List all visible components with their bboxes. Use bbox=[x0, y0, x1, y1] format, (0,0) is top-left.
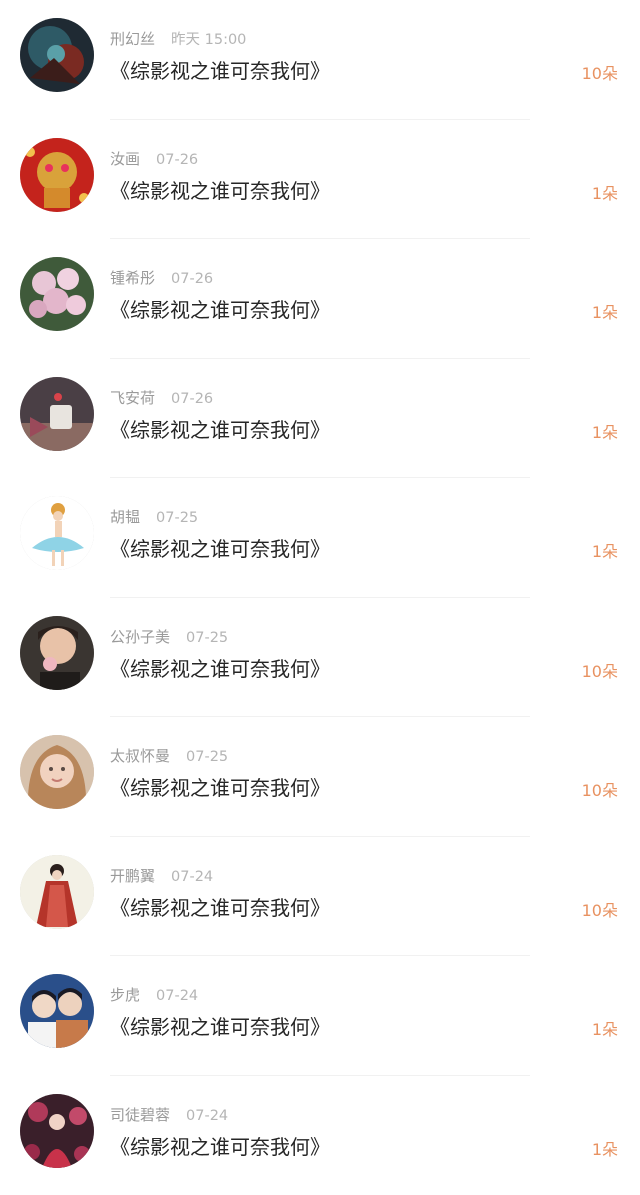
avatar[interactable] bbox=[20, 377, 94, 451]
avatar[interactable] bbox=[20, 257, 94, 331]
book-title: 《综影视之谁可奈我何》 bbox=[110, 892, 330, 921]
flower-count: 10朵 bbox=[582, 60, 618, 84]
item-meta: 司徒碧蓉 07-24 bbox=[110, 1104, 228, 1125]
user-name: 刑幻丝 bbox=[110, 30, 155, 48]
list-item[interactable]: 飞安荷 07-26 《综影视之谁可奈我何》 1朵 bbox=[0, 359, 640, 479]
book-title: 《综影视之谁可奈我何》 bbox=[110, 533, 330, 562]
avatar[interactable] bbox=[20, 1094, 94, 1168]
timestamp: 07-26 bbox=[171, 391, 213, 407]
user-name: 太叔怀曼 bbox=[110, 747, 170, 765]
timestamp: 07-25 bbox=[186, 749, 228, 765]
item-meta: 开鹏翼 07-24 bbox=[110, 865, 213, 886]
avatar[interactable] bbox=[20, 18, 94, 92]
flower-count: 1朵 bbox=[592, 180, 618, 204]
flower-count: 10朵 bbox=[582, 897, 618, 921]
timestamp: 07-24 bbox=[156, 988, 198, 1004]
flower-count: 1朵 bbox=[592, 419, 618, 443]
item-meta: 太叔怀曼 07-25 bbox=[110, 745, 228, 766]
avatar[interactable] bbox=[20, 496, 94, 570]
flower-count: 10朵 bbox=[582, 777, 618, 801]
item-meta: 刑幻丝昨天 15:00 bbox=[110, 28, 246, 49]
avatar[interactable] bbox=[20, 855, 94, 929]
list-item[interactable]: 步虎 07-24 《综影视之谁可奈我何》 1朵 bbox=[0, 956, 640, 1076]
user-name: 胡韫 bbox=[110, 508, 140, 526]
gift-record-list: 刑幻丝昨天 15:00 《综影视之谁可奈我何》 10朵 汝画 07-26 《综影视… bbox=[0, 0, 640, 1189]
item-meta: 胡韫 07-25 bbox=[110, 506, 198, 527]
list-item[interactable]: 汝画 07-26 《综影视之谁可奈我何》 1朵 bbox=[0, 120, 640, 240]
avatar[interactable] bbox=[20, 735, 94, 809]
book-title: 《综影视之谁可奈我何》 bbox=[110, 55, 330, 84]
user-name: 公孙子美 bbox=[110, 628, 170, 646]
item-meta: 步虎 07-24 bbox=[110, 984, 198, 1005]
list-item[interactable]: 开鹏翼 07-24 《综影视之谁可奈我何》 10朵 bbox=[0, 837, 640, 957]
avatar[interactable] bbox=[20, 616, 94, 690]
timestamp: 昨天 15:00 bbox=[171, 32, 246, 48]
flower-count: 10朵 bbox=[582, 658, 618, 682]
user-name: 司徒碧蓉 bbox=[110, 1106, 170, 1124]
list-item[interactable]: 胡韫 07-25 《综影视之谁可奈我何》 1朵 bbox=[0, 478, 640, 598]
user-name: 步虎 bbox=[110, 986, 140, 1004]
book-title: 《综影视之谁可奈我何》 bbox=[110, 772, 330, 801]
flower-count: 1朵 bbox=[592, 538, 618, 562]
book-title: 《综影视之谁可奈我何》 bbox=[110, 1131, 330, 1160]
item-meta: 锺希彤 07-26 bbox=[110, 267, 213, 288]
flower-count: 1朵 bbox=[592, 299, 618, 323]
user-name: 飞安荷 bbox=[110, 389, 155, 407]
timestamp: 07-24 bbox=[171, 869, 213, 885]
list-item[interactable]: 公孙子美 07-25 《综影视之谁可奈我何》 10朵 bbox=[0, 598, 640, 718]
item-meta: 汝画 07-26 bbox=[110, 148, 198, 169]
list-item[interactable]: 刑幻丝昨天 15:00 《综影视之谁可奈我何》 10朵 bbox=[0, 0, 640, 120]
user-name: 锺希彤 bbox=[110, 269, 155, 287]
timestamp: 07-25 bbox=[156, 510, 198, 526]
flower-count: 1朵 bbox=[592, 1136, 618, 1160]
avatar[interactable] bbox=[20, 974, 94, 1048]
list-item[interactable]: 司徒碧蓉 07-24 《综影视之谁可奈我何》 1朵 bbox=[0, 1076, 640, 1195]
item-meta: 公孙子美 07-25 bbox=[110, 626, 228, 647]
item-meta: 飞安荷 07-26 bbox=[110, 387, 213, 408]
book-title: 《综影视之谁可奈我何》 bbox=[110, 294, 330, 323]
list-item[interactable]: 锺希彤 07-26 《综影视之谁可奈我何》 1朵 bbox=[0, 239, 640, 359]
timestamp: 07-25 bbox=[186, 630, 228, 646]
timestamp: 07-26 bbox=[171, 271, 213, 287]
avatar[interactable] bbox=[20, 138, 94, 212]
book-title: 《综影视之谁可奈我何》 bbox=[110, 653, 330, 682]
book-title: 《综影视之谁可奈我何》 bbox=[110, 1011, 330, 1040]
timestamp: 07-26 bbox=[156, 152, 198, 168]
list-item[interactable]: 太叔怀曼 07-25 《综影视之谁可奈我何》 10朵 bbox=[0, 717, 640, 837]
timestamp: 07-24 bbox=[186, 1108, 228, 1124]
user-name: 汝画 bbox=[110, 150, 140, 168]
flower-count: 1朵 bbox=[592, 1016, 618, 1040]
user-name: 开鹏翼 bbox=[110, 867, 155, 885]
book-title: 《综影视之谁可奈我何》 bbox=[110, 414, 330, 443]
book-title: 《综影视之谁可奈我何》 bbox=[110, 175, 330, 204]
